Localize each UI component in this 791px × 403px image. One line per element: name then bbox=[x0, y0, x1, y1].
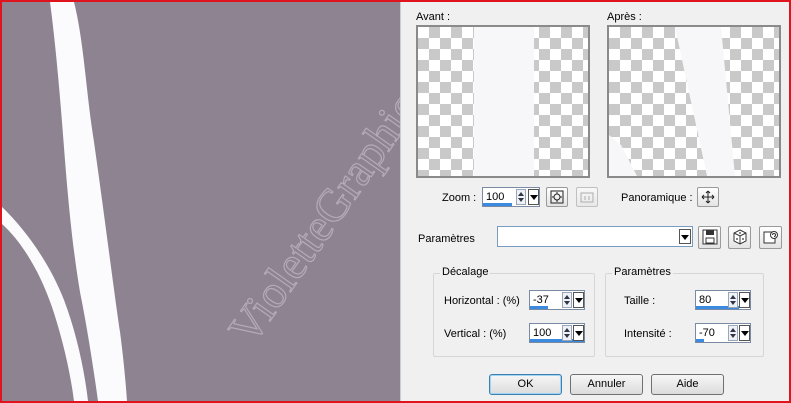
horizontal-value-bar bbox=[530, 306, 548, 309]
before-preview[interactable] bbox=[416, 25, 590, 178]
vertical-value: 100 bbox=[533, 327, 552, 339]
size-spin-arrows[interactable] bbox=[728, 292, 738, 308]
presets-label: Paramètres bbox=[418, 233, 475, 245]
horizontal-value: -37 bbox=[533, 294, 549, 306]
save-preset-button[interactable] bbox=[698, 226, 721, 249]
after-stripe-1 bbox=[675, 27, 735, 176]
intensity-value-bar bbox=[696, 339, 704, 342]
reset-icon bbox=[763, 231, 778, 244]
horizontal-dropdown-arrow[interactable] bbox=[573, 292, 584, 308]
size-dropdown-arrow[interactable] bbox=[739, 292, 750, 308]
zoom-label: Zoom : bbox=[442, 192, 477, 204]
pan-label: Panoramique : bbox=[621, 192, 693, 204]
zoom-spin-arrows[interactable] bbox=[516, 189, 526, 205]
before-preview-image bbox=[474, 27, 534, 176]
pan-button[interactable] bbox=[697, 187, 719, 207]
after-stripe-2 bbox=[609, 135, 637, 176]
actual-size-icon bbox=[580, 192, 594, 203]
offset-group-title: Décalage bbox=[440, 266, 491, 278]
size-spinner[interactable]: 80 bbox=[695, 290, 751, 310]
vertical-spinner[interactable]: 100 bbox=[529, 323, 585, 343]
cancel-button[interactable]: Annuler bbox=[570, 374, 643, 395]
presets-dropdown-arrow[interactable] bbox=[679, 229, 691, 244]
dice-icon bbox=[733, 229, 747, 245]
size-value: 80 bbox=[699, 294, 712, 306]
after-preview[interactable] bbox=[607, 25, 781, 178]
intensity-spinner[interactable]: -70 bbox=[695, 323, 751, 343]
vertical-label: Vertical : (%) bbox=[444, 328, 507, 340]
intensity-label: Intensité : bbox=[624, 328, 672, 340]
image-canvas: VioletteGraphic bbox=[2, 2, 400, 401]
size-label: Taille : bbox=[624, 295, 656, 307]
horizontal-spinner[interactable]: -37 bbox=[529, 290, 585, 310]
zoom-value: 100 bbox=[486, 191, 505, 203]
intensity-spin-arrows[interactable] bbox=[728, 325, 738, 341]
before-stripe bbox=[474, 27, 534, 176]
help-button[interactable]: Aide bbox=[651, 374, 724, 395]
params-group-title: Paramètres bbox=[612, 266, 673, 278]
horizontal-spin-arrows[interactable] bbox=[562, 292, 572, 308]
intensity-value: -70 bbox=[699, 327, 715, 339]
after-preview-image bbox=[609, 27, 735, 176]
intensity-dropdown-arrow[interactable] bbox=[739, 325, 750, 341]
ok-button[interactable]: OK bbox=[489, 374, 562, 395]
horizontal-label: Horizontal : (%) bbox=[444, 295, 520, 307]
zoom-fit-icon bbox=[550, 190, 564, 204]
zoom-fit-button[interactable] bbox=[546, 187, 568, 207]
pan-icon bbox=[701, 190, 715, 204]
after-label: Après : bbox=[607, 11, 642, 23]
save-icon bbox=[702, 229, 718, 245]
canvas-artwork: VioletteGraphic bbox=[2, 2, 400, 401]
presets-combo[interactable] bbox=[497, 226, 693, 247]
randomize-button[interactable] bbox=[728, 226, 751, 249]
zoom-spinner[interactable]: 100 bbox=[482, 187, 540, 207]
zoom-actual-size-button[interactable] bbox=[576, 187, 598, 207]
vertical-dropdown-arrow[interactable] bbox=[573, 325, 584, 341]
params-group: Paramètres bbox=[605, 266, 764, 357]
reset-preset-button[interactable] bbox=[759, 226, 782, 249]
before-label: Avant : bbox=[416, 11, 451, 23]
vertical-spin-arrows[interactable] bbox=[562, 325, 572, 341]
zoom-value-bar bbox=[483, 203, 512, 206]
zoom-dropdown-arrow[interactable] bbox=[528, 189, 539, 205]
filter-dialog: Avant : Après : Zoom : 100 Panoramique : bbox=[400, 2, 789, 401]
offset-group: Décalage bbox=[433, 266, 595, 357]
